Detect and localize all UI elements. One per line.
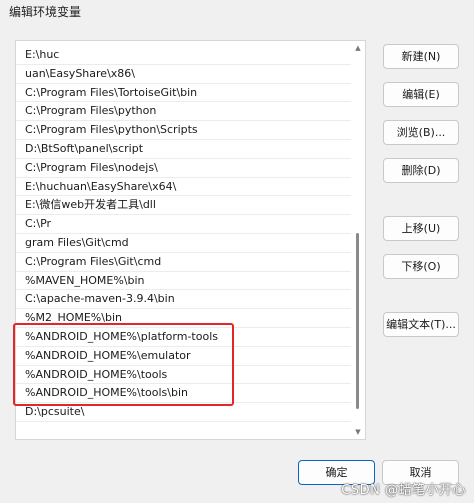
browse-button[interactable]: 浏览(B)... <box>383 120 459 145</box>
list-item-text: C:\Program Files\nodejs\ <box>25 160 158 174</box>
list-item[interactable]: C:\Program Files\nodejs\ <box>16 159 352 178</box>
row-divider <box>16 63 352 65</box>
scroll-down-arrow-icon[interactable]: ▼ <box>354 428 362 436</box>
list-item-text: D:\BtSoft\panel\script <box>25 142 144 155</box>
list-item[interactable]: C:\Program Files\Git\cmd <box>16 253 352 272</box>
list-item-text: C:\apache-maven-3.9.4\bin <box>25 292 175 306</box>
list-item[interactable]: E:\huc <box>16 46 352 65</box>
row-divider <box>16 101 352 103</box>
move-down-button[interactable]: 下移(O) <box>383 254 459 279</box>
list-item-text: C:\Pr <box>25 217 52 231</box>
list-item[interactable]: C:\Program Files\TortoiseGit\bin <box>16 84 352 103</box>
row-divider <box>16 289 352 291</box>
title-bar: 编辑环境变量 <box>0 0 474 26</box>
window-title: 编辑环境变量 <box>9 5 82 19</box>
list-item[interactable]: E:\huchuan\EasyShare\x64\ <box>16 178 352 197</box>
row-divider <box>16 232 352 234</box>
list-item[interactable]: %ANDROID_HOME%\tools\bin <box>16 384 352 404</box>
list-item-text: E:\微信web开发者工具\dll <box>25 198 156 212</box>
list-item[interactable]: %ANDROID_HOME%\tools <box>16 366 352 385</box>
row-divider <box>16 157 352 159</box>
list-item-text: D:\pcsuite\ <box>25 405 85 419</box>
row-divider <box>16 138 352 140</box>
row-divider <box>16 383 352 385</box>
row-divider <box>16 270 352 272</box>
list-item-text: E:\huchuan\EasyShare\x64\ <box>25 179 177 193</box>
list-item[interactable]: %M2_HOME%\bin <box>16 309 352 328</box>
row-divider <box>16 326 352 328</box>
row-divider <box>16 214 352 216</box>
row-divider <box>16 420 352 422</box>
list-item[interactable]: D:\pcsuite\ <box>16 403 352 422</box>
list-item[interactable]: D:\BtSoft\panel\script <box>16 140 352 159</box>
scroll-up-arrow-icon[interactable]: ▲ <box>354 44 362 52</box>
row-divider <box>16 345 352 347</box>
row-divider <box>16 176 352 178</box>
list-item[interactable]: C:\Program Files\python\Scripts <box>16 121 352 140</box>
list-item-text: %ANDROID_HOME%\tools <box>25 367 168 381</box>
new-button[interactable]: 新建(N) <box>383 44 459 69</box>
list-item-text: C:\Program Files\Git\cmd <box>25 254 162 268</box>
row-divider <box>16 364 352 366</box>
list-item-text: %ANDROID_HOME%\tools\bin <box>25 386 188 400</box>
list-item[interactable]: %ANDROID_HOME%\emulator <box>16 347 352 366</box>
scroll-thumb[interactable] <box>356 233 359 409</box>
row-divider <box>16 402 352 404</box>
row-divider <box>16 308 352 310</box>
list-item[interactable]: C:\Program Files\python <box>16 102 352 122</box>
list-item-text: %ANDROID_HOME%\platform-tools <box>25 330 218 343</box>
list-item[interactable]: gram Files\Git\cmd <box>16 234 352 253</box>
row-divider <box>16 82 352 84</box>
edit-text-button[interactable]: 编辑文本(T)... <box>383 312 459 337</box>
list-item-text: %M2_HOME%\bin <box>25 311 122 325</box>
list-item[interactable]: C:\apache-maven-3.9.4\bin <box>16 290 352 310</box>
list-item-text: %ANDROID_HOME%\emulator <box>25 348 191 362</box>
row-divider <box>16 120 352 122</box>
watermark: CSDN @蜡笔小开心 <box>341 483 466 498</box>
list-item-text: uan\EasyShare\x86\ <box>25 66 135 80</box>
list-item[interactable]: uan\EasyShare\x86\ <box>16 65 352 84</box>
list-item[interactable]: E:\微信web开发者工具\dll <box>16 196 352 216</box>
path-list[interactable]: D:\pcsuite\ %ANDROID_HOME%\tools\bin %ANDR… <box>15 40 366 440</box>
list-item[interactable]: %MAVEN_HOME%\bin <box>16 272 352 291</box>
move-up-button[interactable]: 上移(U) <box>383 216 459 241</box>
list-item-text: gram Files\Git\cmd <box>25 236 129 249</box>
delete-button[interactable]: 删除(D) <box>383 158 459 183</box>
list-item-text: %MAVEN_HOME%\bin <box>25 273 145 287</box>
row-divider <box>16 195 352 197</box>
vertical-scrollbar[interactable]: ▲ ▼ <box>351 41 365 439</box>
list-item[interactable]: C:\Pr <box>16 215 352 234</box>
list-item[interactable]: %ANDROID_HOME%\platform-tools <box>16 328 352 347</box>
list-item-text: C:\Program Files\python\Scripts <box>25 123 198 137</box>
edit-button[interactable]: 编辑(E) <box>383 82 459 107</box>
list-item-text: E:\huc <box>25 48 60 61</box>
list-item-text: C:\Program Files\python <box>25 104 157 118</box>
list-item-text: C:\Program Files\TortoiseGit\bin <box>25 85 198 99</box>
row-divider <box>16 251 352 253</box>
